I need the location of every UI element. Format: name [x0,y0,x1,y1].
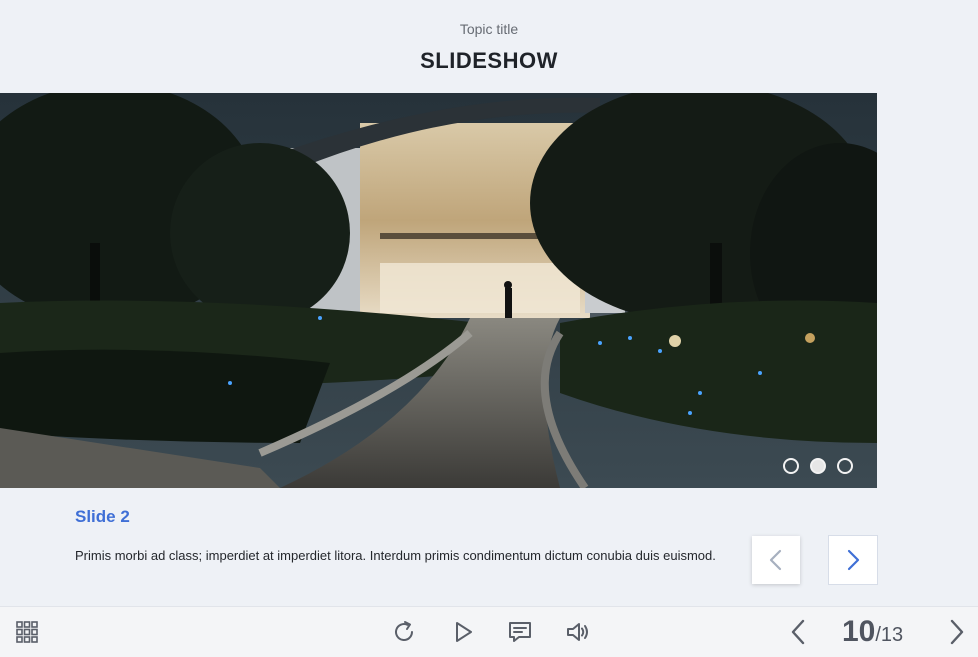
slide-dot-2[interactable] [810,458,826,474]
current-page: 10 [842,615,876,648]
replay-icon[interactable] [390,618,418,646]
slide-pagination-dots [783,458,853,474]
slide-heading: Slide 2 [75,507,130,526]
grid-menu-icon[interactable] [13,618,41,646]
player-control-bar: 10/13 [0,606,978,657]
slide-dot-3[interactable] [837,458,853,474]
slide-dot-1[interactable] [783,458,799,474]
slide-prev-button[interactable] [752,536,800,584]
total-pages: /13 [875,624,904,646]
chevron-right-icon[interactable] [943,618,971,646]
volume-icon[interactable] [564,618,592,646]
slide-next-button[interactable] [829,536,877,584]
captions-icon[interactable] [506,618,534,646]
page-counter: 10/13 [842,615,903,649]
chevron-left-icon[interactable] [784,618,812,646]
play-icon[interactable] [449,618,477,646]
slide-photo [0,93,877,488]
slide-description: Primis morbi ad class; imperdiet at impe… [75,548,716,563]
chevron-left-icon [769,549,782,571]
slide-image [0,93,877,488]
chevron-right-icon [847,549,860,571]
topic-title: Topic title [459,21,519,37]
page-title: SLIDESHOW [420,48,558,73]
